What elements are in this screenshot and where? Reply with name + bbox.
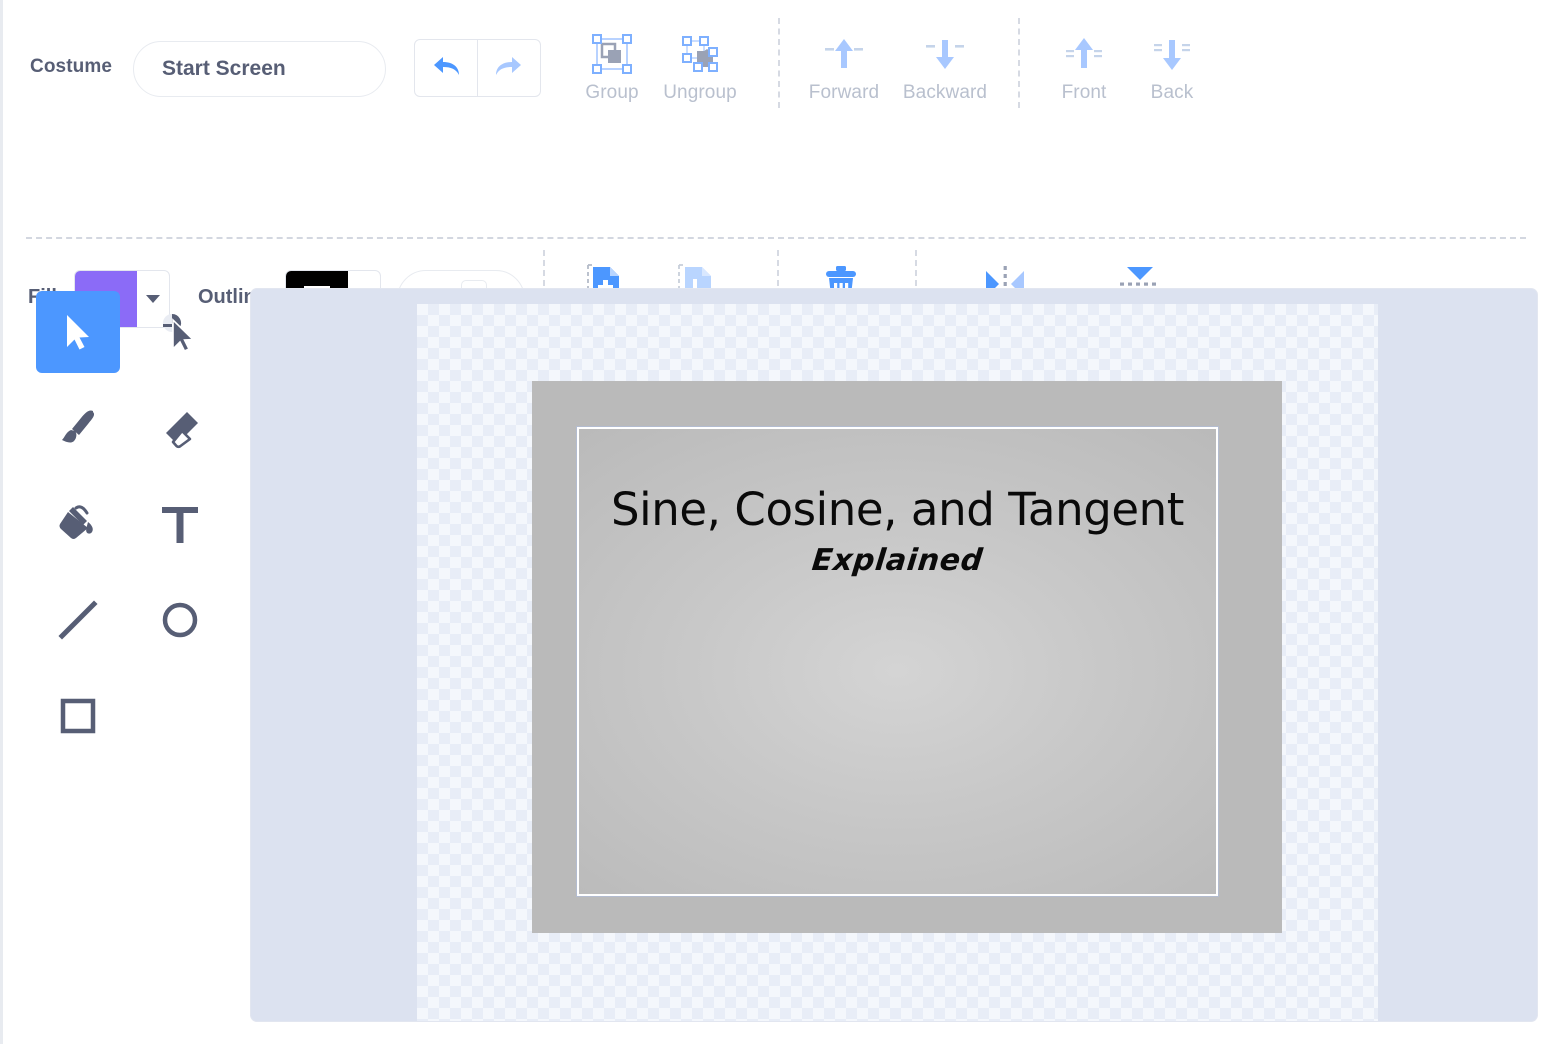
tool-eraser[interactable] (138, 387, 222, 469)
undo-button[interactable] (415, 40, 478, 96)
tool-fill[interactable] (36, 483, 120, 565)
slide-subtitle-text: Explained (810, 543, 985, 578)
tool-reshape[interactable] (138, 291, 222, 373)
group-icon (588, 28, 636, 80)
ungroup-button[interactable]: Ungroup (656, 28, 744, 104)
group-tools: Group Ungroup (568, 28, 744, 104)
paint-editor: Costume Start Screen Group Ungroup Forwa… (0, 0, 1546, 1044)
tool-palette (36, 291, 222, 757)
backward-label: Backward (902, 82, 988, 103)
paint-bucket-icon (59, 505, 93, 539)
redo-arrow-icon (495, 57, 521, 75)
tool-rect[interactable] (36, 675, 120, 757)
ungroup-label: Ungroup (663, 82, 737, 103)
order-tools: Forward Backward (796, 28, 998, 104)
toolbar-bottom-divider (26, 237, 1526, 239)
front-button[interactable]: Front (1040, 28, 1128, 104)
toolbar-row-top: Costume Start Screen Group Ungroup Forwa… (0, 0, 1546, 120)
slide-artwork[interactable]: Sine, Cosine, and Tangent Explained (532, 381, 1282, 933)
line-icon (58, 600, 98, 640)
backward-button[interactable]: Backward (892, 28, 998, 104)
ungroup-icon (676, 28, 724, 80)
circle-icon (162, 602, 198, 638)
square-icon (60, 698, 96, 734)
tool-text[interactable] (138, 483, 222, 565)
reshape-node-icon (163, 314, 195, 353)
front-label: Front (1061, 82, 1107, 103)
undo-arrow-icon (433, 57, 459, 75)
arrow-cursor-icon (67, 315, 89, 350)
toolbar-divider-1 (778, 18, 780, 108)
costume-label: Costume (30, 56, 112, 77)
slide-title-text: Sine, Cosine, and Tangent (610, 483, 1185, 536)
tool-line[interactable] (36, 579, 120, 661)
back-button[interactable]: Back (1128, 28, 1216, 104)
tool-circle[interactable] (138, 579, 222, 661)
paint-toolbar: Costume Start Screen Group Ungroup Forwa… (0, 0, 1546, 346)
tool-brush[interactable] (36, 387, 120, 469)
forward-arrow-icon (820, 28, 868, 80)
backward-arrow-icon (921, 28, 969, 80)
slide-inner-frame: Sine, Cosine, and Tangent Explained (577, 427, 1218, 896)
group-label: Group (585, 82, 639, 103)
undo-redo-group (414, 39, 541, 97)
toolbar-divider-2 (1018, 18, 1020, 108)
costume-name-value: Start Screen (162, 57, 286, 80)
depth-tools: Front Back (1040, 28, 1216, 104)
paintbrush-icon (62, 410, 95, 443)
redo-button[interactable] (478, 40, 541, 96)
paint-canvas[interactable]: Sine, Cosine, and Tangent Explained (250, 288, 1538, 1022)
group-button[interactable]: Group (568, 28, 656, 104)
eraser-icon (166, 412, 198, 449)
tool-select[interactable] (36, 291, 120, 373)
front-arrow-icon (1060, 28, 1108, 80)
toolbar-row-bottom: Fill Outline 4 (0, 120, 1546, 346)
back-arrow-icon (1148, 28, 1196, 80)
back-label: Back (1150, 82, 1194, 103)
text-t-icon (162, 507, 198, 543)
costume-name-input[interactable]: Start Screen (133, 41, 386, 97)
forward-button[interactable]: Forward (796, 28, 892, 104)
forward-label: Forward (808, 82, 880, 103)
